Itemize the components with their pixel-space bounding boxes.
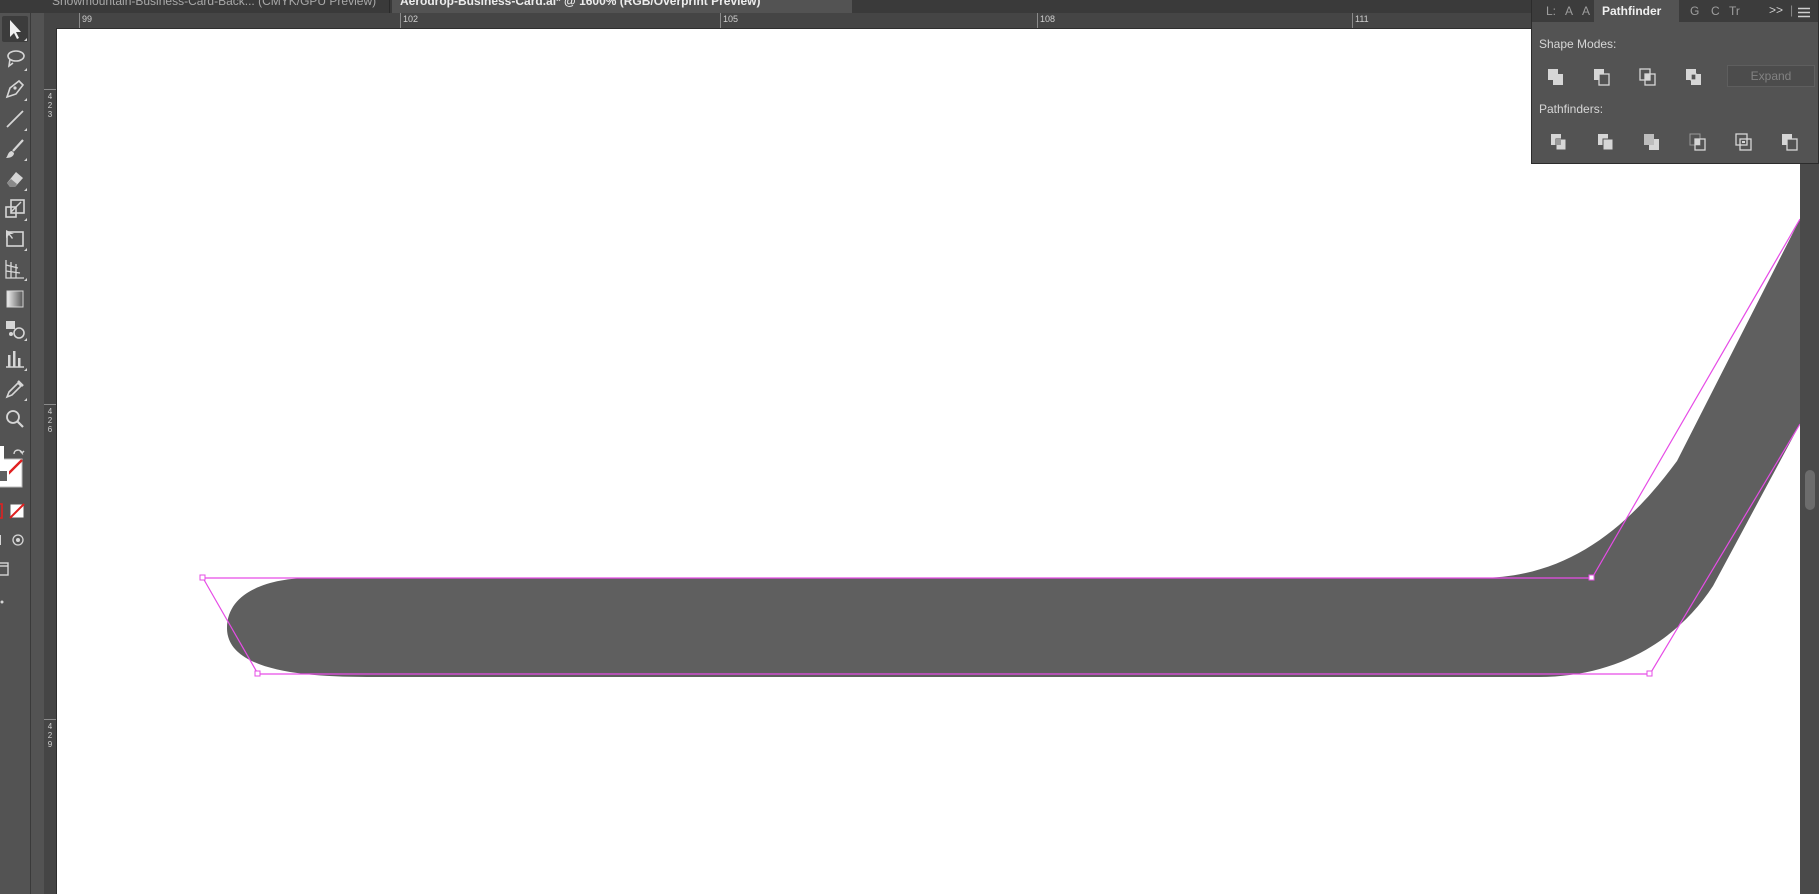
- outline-icon[interactable]: [1730, 130, 1758, 154]
- panel-tab-bar: L: A A Pathfinder G C Tr >> |: [1532, 0, 1818, 22]
- unite-icon[interactable]: [1542, 65, 1570, 89]
- panel-divider: |: [1790, 3, 1794, 17]
- selection-tool-icon[interactable]: [2, 16, 28, 42]
- eyedropper-tool-icon[interactable]: [2, 376, 28, 402]
- anchor-point[interactable]: [199, 574, 206, 581]
- divide-icon[interactable]: [1545, 130, 1573, 154]
- lasso-tool-icon[interactable]: [2, 46, 28, 72]
- anchor-point[interactable]: [254, 670, 261, 677]
- exclude-icon[interactable]: [1680, 65, 1708, 89]
- document-tab-label: Aerodrop-Business-Card.ai* @ 1600% (RGB/…: [400, 0, 761, 8]
- panel-tab[interactable]: G: [1690, 4, 1699, 18]
- panel-tab[interactable]: C: [1711, 4, 1720, 18]
- scrollbar-thumb[interactable]: [1805, 470, 1815, 510]
- gradient-tool-icon[interactable]: [2, 286, 28, 312]
- ruler-label: 111: [1355, 14, 1369, 24]
- draw-mode-icons[interactable]: [0, 531, 28, 549]
- ruler-label: 423: [47, 92, 53, 119]
- selection-path: [203, 218, 1800, 579]
- ruler-tick: [720, 13, 721, 28]
- anchor-point[interactable]: [1588, 574, 1595, 581]
- ruler-tick: [44, 719, 56, 720]
- vertical-ruler[interactable]: 423 426 429: [44, 28, 57, 894]
- shape-modes-label: Shape Modes:: [1539, 37, 1617, 51]
- crop-icon[interactable]: [1684, 130, 1712, 154]
- eraser-tool-icon[interactable]: [2, 166, 28, 192]
- tools-panel: [0, 13, 31, 894]
- ruler-label: 426: [47, 407, 53, 434]
- expand-button[interactable]: Expand: [1727, 65, 1815, 87]
- panel-tab[interactable]: A: [1565, 4, 1573, 18]
- free-transform-tool-icon[interactable]: [2, 226, 28, 252]
- minus-back-icon[interactable]: [1776, 130, 1804, 154]
- ruler-label: 105: [723, 14, 739, 24]
- merge-icon[interactable]: [1638, 130, 1666, 154]
- selected-shape[interactable]: [227, 219, 1800, 677]
- panel-tab[interactable]: Tr: [1729, 4, 1740, 18]
- ruler-tick: [1037, 13, 1038, 28]
- more-tools-icon[interactable]: [0, 591, 8, 604]
- symbol-sprayer-tool-icon[interactable]: [2, 316, 28, 342]
- fill-mode-icons[interactable]: [0, 502, 28, 520]
- scale-tool-icon[interactable]: [2, 196, 28, 222]
- panel-menu-icon[interactable]: [1798, 5, 1810, 18]
- line-tool-icon[interactable]: [2, 106, 28, 132]
- document-tab[interactable]: Snowmountain-Business-Card-Back... (CMYK…: [44, 0, 390, 13]
- zoom-tool-icon[interactable]: [2, 406, 28, 432]
- minus-front-icon[interactable]: [1588, 65, 1616, 89]
- ruler-label: 108: [1040, 14, 1056, 24]
- ruler-tick: [79, 13, 80, 28]
- ruler-tick: [44, 404, 56, 405]
- collapse-panels-button[interactable]: >>: [1769, 3, 1783, 17]
- anchor-point[interactable]: [1646, 670, 1653, 677]
- ruler-label: 429: [47, 722, 53, 749]
- tab-pathfinder[interactable]: Pathfinder: [1594, 0, 1679, 22]
- ruler-tick: [400, 13, 401, 28]
- ruler-tick: [1352, 13, 1353, 28]
- document-tab-label: Snowmountain-Business-Card-Back... (CMYK…: [52, 0, 377, 8]
- pathfinders-label: Pathfinders:: [1539, 102, 1604, 116]
- fill-stroke-widget[interactable]: [0, 444, 28, 490]
- trim-icon[interactable]: [1592, 130, 1620, 154]
- ruler-label: 102: [403, 14, 419, 24]
- screen-mode-icon[interactable]: [0, 561, 14, 577]
- tab-label: Pathfinder: [1602, 4, 1662, 18]
- ruler-label: 99: [82, 14, 93, 24]
- panel-tab[interactable]: A: [1582, 4, 1590, 18]
- ruler-tick: [44, 89, 56, 90]
- intersect-icon[interactable]: [1634, 65, 1662, 89]
- panel-tab[interactable]: L:: [1546, 4, 1556, 18]
- paintbrush-tool-icon[interactable]: [2, 136, 28, 162]
- document-tab-active[interactable]: Aerodrop-Business-Card.ai* @ 1600% (RGB/…: [392, 0, 852, 13]
- pathfinder-panel: L: A A Pathfinder G C Tr >> | Shape Mode…: [1531, 0, 1819, 164]
- pen-tool-icon[interactable]: [2, 76, 28, 102]
- perspective-grid-tool-icon[interactable]: [2, 256, 28, 282]
- column-graph-tool-icon[interactable]: [2, 346, 28, 372]
